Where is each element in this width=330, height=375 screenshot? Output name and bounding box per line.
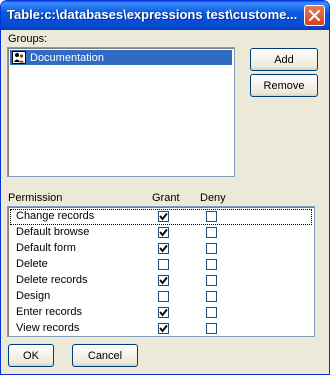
window-title: Table:c:\databases\expressions test\cust… xyxy=(7,7,297,22)
permission-row[interactable]: Delete xyxy=(10,257,312,273)
close-button[interactable] xyxy=(304,5,325,26)
groups-list[interactable]: Documentation xyxy=(7,47,235,177)
grant-checkbox[interactable] xyxy=(158,323,169,334)
dialog-body: Groups: Documentation Add Remove Permiss… xyxy=(4,30,326,373)
permission-name: View records xyxy=(16,322,80,334)
deny-checkbox[interactable] xyxy=(206,307,217,318)
permission-name: Default browse xyxy=(16,226,90,238)
permission-column-header: Permission xyxy=(8,192,63,204)
deny-checkbox[interactable] xyxy=(206,259,217,270)
permission-row[interactable]: Change records xyxy=(10,209,312,225)
remove-button[interactable]: Remove xyxy=(250,74,318,97)
deny-checkbox[interactable] xyxy=(206,211,217,222)
permission-name: Delete records xyxy=(16,274,88,286)
permission-name: Delete xyxy=(16,258,48,270)
permission-row[interactable]: Design xyxy=(10,289,312,305)
deny-checkbox[interactable] xyxy=(206,323,217,334)
permission-row[interactable]: Default browse xyxy=(10,225,312,241)
deny-checkbox[interactable] xyxy=(206,227,217,238)
group-icon xyxy=(12,51,26,64)
grant-checkbox[interactable] xyxy=(158,291,169,302)
grant-checkbox[interactable] xyxy=(158,227,169,238)
title-bar[interactable]: Table:c:\databases\expressions test\cust… xyxy=(1,1,329,30)
permission-row[interactable]: Enter records xyxy=(10,305,312,321)
permission-name: Change records xyxy=(16,210,95,222)
grant-checkbox[interactable] xyxy=(158,243,169,254)
permission-name: Default form xyxy=(16,242,76,254)
dialog-window: Table:c:\databases\expressions test\cust… xyxy=(0,0,330,375)
grant-column-header: Grant xyxy=(152,192,180,204)
permission-name: Enter records xyxy=(16,306,83,318)
permission-row[interactable]: Default form xyxy=(10,241,312,257)
permission-row[interactable]: View records xyxy=(10,321,312,337)
grant-checkbox[interactable] xyxy=(158,275,169,286)
cancel-button[interactable]: Cancel xyxy=(72,344,138,367)
list-item-documentation[interactable]: Documentation xyxy=(10,50,232,65)
group-item-label: Documentation xyxy=(30,51,104,64)
close-icon xyxy=(309,10,320,21)
deny-checkbox[interactable] xyxy=(206,291,217,302)
deny-checkbox[interactable] xyxy=(206,243,217,254)
add-button[interactable]: Add xyxy=(250,48,318,71)
grant-checkbox[interactable] xyxy=(158,307,169,318)
grant-checkbox[interactable] xyxy=(158,259,169,270)
grant-checkbox[interactable] xyxy=(158,211,169,222)
ok-button[interactable]: OK xyxy=(8,344,54,367)
permission-row[interactable]: Delete records xyxy=(10,273,312,289)
deny-checkbox[interactable] xyxy=(206,275,217,286)
permission-name: Design xyxy=(16,290,51,302)
permissions-list[interactable]: Change records Default browse Default form… xyxy=(7,206,315,337)
deny-column-header: Deny xyxy=(200,192,226,204)
groups-label: Groups: xyxy=(8,33,48,45)
